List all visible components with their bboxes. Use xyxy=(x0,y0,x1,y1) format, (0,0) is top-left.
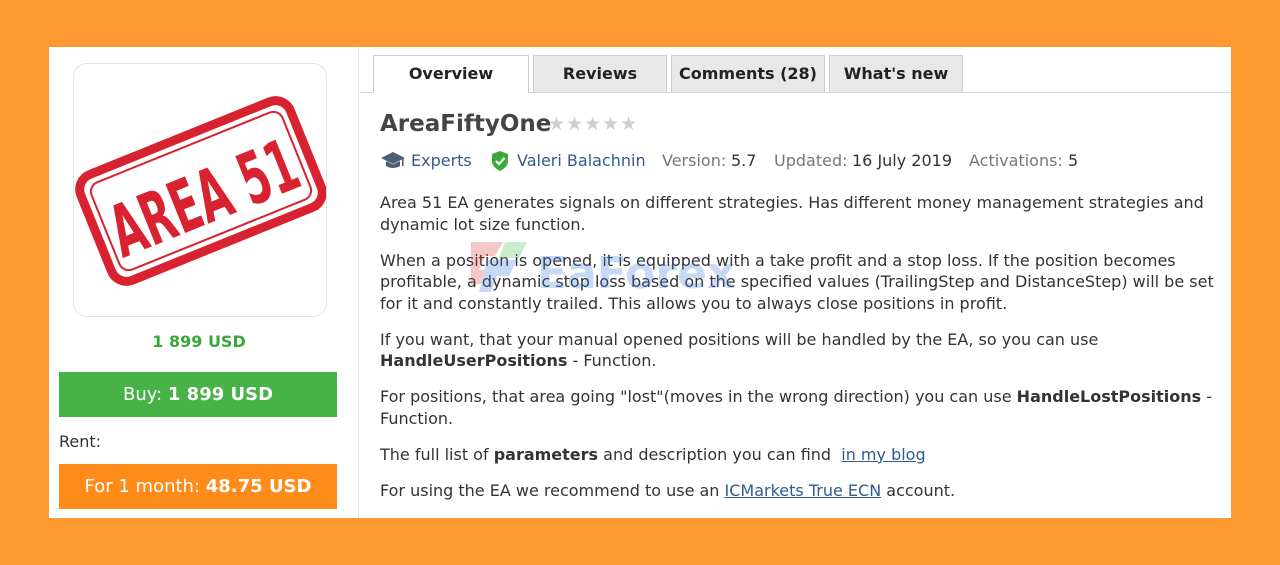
description-paragraph: If you want, that your manual opened pos… xyxy=(380,329,1099,371)
tab-bar: Overview Reviews Comments (28) What's ne… xyxy=(360,55,1231,93)
description-paragraph: For positions, that area going "lost"(mo… xyxy=(380,387,1213,428)
version-label: Version: xyxy=(662,151,727,170)
category-link[interactable]: Experts xyxy=(411,151,472,170)
tab-overview[interactable]: Overview xyxy=(373,55,529,93)
tab-whats-new[interactable]: What's new xyxy=(829,55,963,92)
description-paragraph: Area 51 EA generates signals on differen… xyxy=(380,193,1204,234)
product-logo[interactable]: AREA 51 xyxy=(73,63,327,317)
description-paragraph: When a position is opened, it is equippe… xyxy=(380,250,1214,313)
area51-stamp-image: AREA 51 xyxy=(75,96,326,286)
author-link[interactable]: Valeri Balachnin xyxy=(517,151,646,170)
rent-button-amount: 48.75 USD xyxy=(205,476,312,497)
tab-reviews[interactable]: Reviews xyxy=(533,55,667,92)
rating-stars[interactable]: ★★★★★ xyxy=(548,113,638,135)
updated-value: 16 July 2019 xyxy=(852,151,953,170)
version-value: 5.7 xyxy=(731,151,757,170)
blog-link[interactable]: in my blog xyxy=(841,445,925,464)
product-title: AreaFiftyOne xyxy=(380,111,552,137)
buy-button-prefix: Buy: xyxy=(122,384,163,405)
buy-button-amount: 1 899 USD xyxy=(167,384,274,405)
product-details: Overview Reviews Comments (28) What's ne… xyxy=(360,47,1231,518)
verified-shield-icon xyxy=(490,150,510,176)
rent-button-prefix: For 1 month: xyxy=(84,476,201,497)
icmarkets-link[interactable]: ICMarkets True ECN xyxy=(725,481,882,500)
rent-button[interactable]: For 1 month: 48.75 USD xyxy=(59,464,337,509)
activations-value: 5 xyxy=(1068,151,1079,170)
product-meta: Experts Valeri Balachnin Version: 5.7 Up… xyxy=(380,151,1220,173)
graduation-cap-icon xyxy=(380,150,406,176)
activations-label: Activations: xyxy=(969,151,1063,170)
updated-label: Updated: xyxy=(774,151,848,170)
product-card: AREA 51 1 899 USD Buy: 1 899 USD Rent: F… xyxy=(49,47,1231,518)
buy-button[interactable]: Buy: 1 899 USD xyxy=(59,372,337,417)
product-description: Area 51 EA generates signals on differen… xyxy=(380,192,1215,516)
rent-label: Rent: xyxy=(59,432,102,451)
description-paragraph: The full list of parameters and descript… xyxy=(380,444,926,464)
product-sidebar: AREA 51 1 899 USD Buy: 1 899 USD Rent: F… xyxy=(49,47,359,518)
tab-comments[interactable]: Comments (28) xyxy=(671,55,825,92)
description-paragraph: For using the EA we recommend to use an … xyxy=(380,480,956,500)
product-price: 1 899 USD xyxy=(152,332,246,351)
